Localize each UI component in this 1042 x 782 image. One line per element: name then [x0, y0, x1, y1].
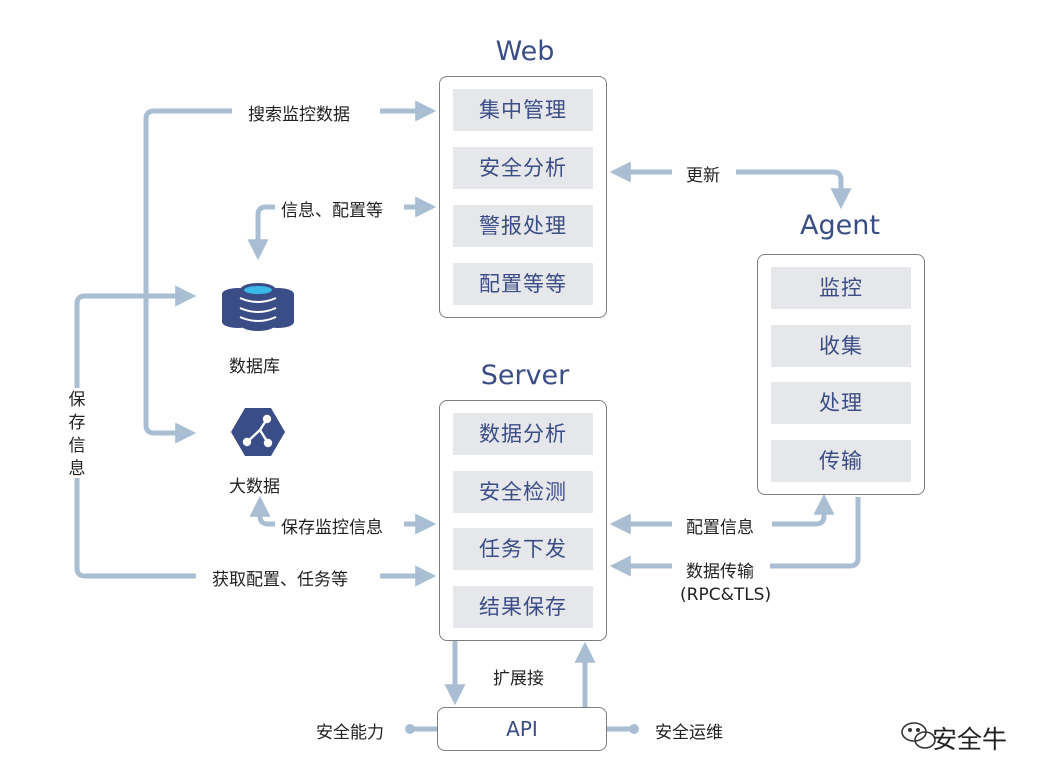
wechat-icon: [901, 722, 936, 749]
edge-label-data-transfer: 数据传输: [686, 562, 754, 582]
agent-title: Agent: [800, 210, 880, 241]
server-title: Server: [480, 360, 570, 391]
api-label: API: [506, 717, 538, 741]
arrow-config-info-to-agent: [772, 493, 835, 527]
web-item-centralized-mgmt: 集中管理: [453, 89, 593, 131]
watermark-text: 安全牛: [932, 725, 1008, 754]
bigdata-icon: [231, 408, 285, 456]
arrow-info-config-to-database: [247, 204, 275, 261]
edge-label-extension: 扩展接: [493, 669, 544, 689]
web-item-security-analysis: 安全分析: [453, 147, 593, 189]
server-item-security-detection: 安全检测: [453, 471, 593, 513]
server-item-result-saving: 结果保存: [453, 586, 593, 628]
agent-box: 监控 收集 处理 传输: [757, 254, 925, 495]
web-item-alert-handling: 警报处理: [453, 205, 593, 247]
server-box: 数据分析 安全检测 任务下发 结果保存: [439, 400, 607, 641]
edge-label-save-info: 保存信息: [68, 390, 86, 479]
arrow-save-info-lower: [74, 478, 196, 579]
web-item-config-etc: 配置等等: [453, 263, 593, 305]
api-box: API: [437, 707, 607, 751]
edge-label-search-monitor-data: 搜索监控数据: [248, 105, 350, 125]
agent-item-transmit: 传输: [771, 440, 911, 482]
edge-label-save-monitor-info: 保存监控信息: [281, 518, 383, 538]
edge-label-info-config: 信息、配置等: [281, 201, 383, 221]
agent-item-monitor: 监控: [771, 267, 911, 309]
dot-security-ops: [629, 724, 639, 734]
arrow-update-to-agent: [736, 169, 852, 210]
edge-label-get-config-tasks: 获取配置、任务等: [212, 570, 348, 590]
edge-label-update: 更新: [686, 166, 720, 186]
database-icon: [222, 283, 294, 331]
edge-label-config-info: 配置信息: [686, 518, 754, 538]
edge-label-data-transfer-protocol: (RPC&TLS): [680, 585, 772, 605]
arrow-search-monitor-data: [143, 108, 232, 444]
arrow-save-info-outer: [74, 293, 192, 388]
edge-label-security-ops: 安全运维: [655, 723, 723, 743]
database-label: 数据库: [229, 357, 280, 377]
arrow-save-monitor-to-bigdata: [249, 495, 275, 527]
bigdata-label: 大数据: [229, 477, 280, 497]
agent-item-process: 处理: [771, 382, 911, 424]
agent-item-collect: 收集: [771, 325, 911, 367]
server-item-task-dispatch: 任务下发: [453, 528, 593, 570]
web-title: Web: [495, 36, 555, 67]
arrow-data-transfer-from-agent: [770, 497, 861, 569]
server-item-data-analysis: 数据分析: [453, 413, 593, 455]
edge-label-security-capability: 安全能力: [316, 723, 384, 743]
web-box: 集中管理 安全分析 警报处理 配置等等: [439, 76, 607, 318]
dot-security-capability: [405, 724, 415, 734]
